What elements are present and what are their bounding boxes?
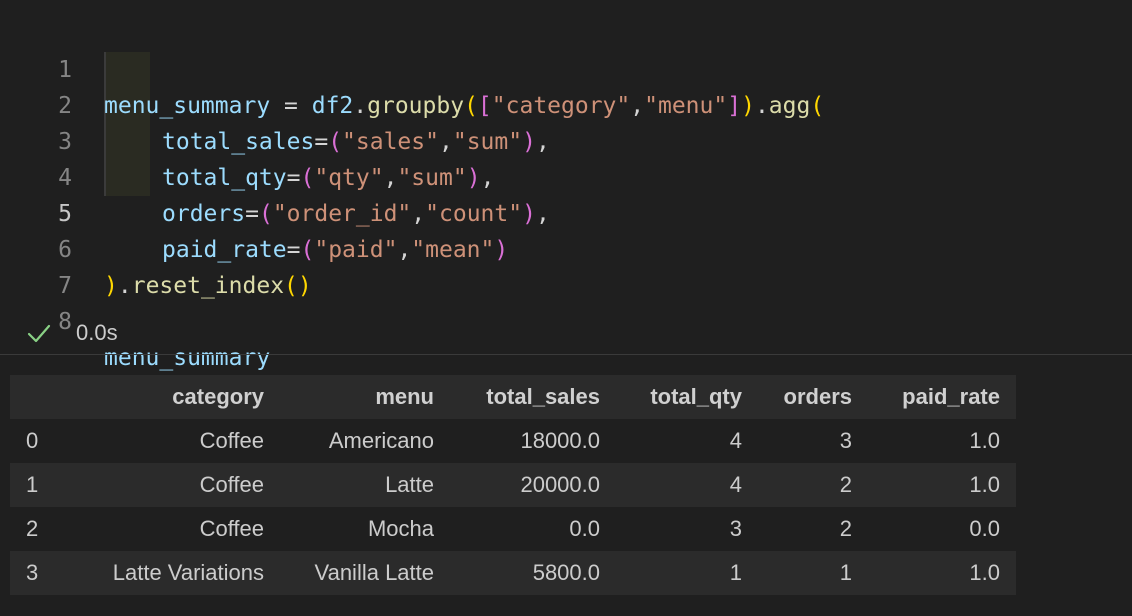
row-index: 2 <box>26 516 39 541</box>
cell-paid-rate: 1.0 <box>868 463 1016 507</box>
cell-orders: 2 <box>839 516 852 541</box>
cell-category: Coffee <box>199 516 264 541</box>
table-header-row: category menu total_sales total_qty orde… <box>10 375 1016 419</box>
column-header-category: category <box>72 375 280 419</box>
dataframe-output: category menu total_sales total_qty orde… <box>10 375 1016 595</box>
column-header-menu: menu <box>280 375 450 419</box>
column-header-total-sales: total_sales <box>450 375 616 419</box>
table-row: 2 Coffee Mocha 0.0 3 2 0.0 <box>10 507 1016 551</box>
code-line-7[interactable]: 7 <box>0 232 1132 299</box>
code-line-6[interactable]: 6 ).reset_index() <box>0 196 1132 299</box>
cell-orders: 1 <box>758 551 868 595</box>
cell-menu: Americano <box>328 428 434 453</box>
code-cell-editor[interactable]: 1 menu_summary = df2.groupby(["category"… <box>0 0 1132 371</box>
code-line-8[interactable]: 8 menu_summary <box>0 268 1132 371</box>
cell-paid-rate: 1.0 <box>868 551 1016 595</box>
output-divider <box>0 354 1132 355</box>
cell-total-qty: 3 <box>729 516 742 541</box>
execution-time: 0.0s <box>76 320 118 345</box>
cell-execution-status: 0.0s <box>0 314 1132 352</box>
cell-orders: 2 <box>758 463 868 507</box>
row-index: 3 <box>10 551 72 595</box>
cell-total-qty: 4 <box>616 463 758 507</box>
cell-total-sales: 0.0 <box>569 516 600 541</box>
cell-menu: Mocha <box>367 516 434 541</box>
table-row: 0 Coffee Americano 18000.0 4 3 1.0 <box>10 419 1016 463</box>
cell-total-sales: 5800.0 <box>450 551 616 595</box>
column-header-index <box>10 375 72 419</box>
check-icon <box>27 324 51 343</box>
cell-total-sales: 18000.0 <box>520 428 600 453</box>
column-header-paid-rate: paid_rate <box>868 375 1016 419</box>
cell-total-qty: 4 <box>729 428 742 453</box>
code-line-2[interactable]: 2 total_sales=("sales","sum"), <box>0 52 1132 155</box>
code-line-4[interactable]: 4 orders=("order_id","count"), <box>0 124 1132 227</box>
code-line-5[interactable]: 5 paid_rate=("paid","mean") <box>0 160 1132 263</box>
cell-orders: 3 <box>839 428 852 453</box>
column-header-orders: orders <box>758 375 868 419</box>
table-row: 3 Latte Variations Vanilla Latte 5800.0 … <box>10 551 1016 595</box>
row-index: 1 <box>10 463 72 507</box>
code-line-1[interactable]: 1 menu_summary = df2.groupby(["category"… <box>0 16 1132 119</box>
cell-paid-rate: 1.0 <box>969 428 1000 453</box>
table-row: 1 Coffee Latte 20000.0 4 2 1.0 <box>10 463 1016 507</box>
code-line-3[interactable]: 3 total_qty=("qty","sum"), <box>0 88 1132 191</box>
cell-category: Coffee <box>199 428 264 453</box>
cell-menu: Vanilla Latte <box>280 551 450 595</box>
cell-total-sales: 20000.0 <box>450 463 616 507</box>
cell-paid-rate: 0.0 <box>969 516 1000 541</box>
cell-total-qty: 1 <box>616 551 758 595</box>
cell-category: Coffee <box>72 463 280 507</box>
cell-category: Latte Variations <box>72 551 280 595</box>
column-header-total-qty: total_qty <box>616 375 758 419</box>
cell-menu: Latte <box>280 463 450 507</box>
row-index: 0 <box>26 428 39 453</box>
